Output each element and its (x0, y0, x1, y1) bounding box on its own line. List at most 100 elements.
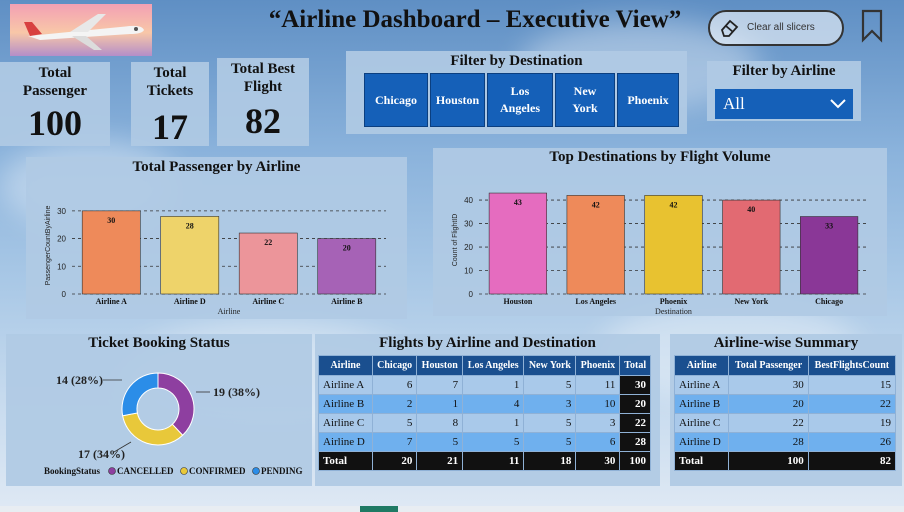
table-cell: 11 (462, 451, 525, 471)
bar (566, 195, 625, 295)
x-tick-label: Airline C (252, 297, 284, 306)
table-cell: 1 (416, 394, 464, 414)
passenger-by-airline-chart: Total Passenger by Airline 0 10 20 30 30 Airl… (26, 157, 407, 319)
table-cell: 7 (371, 432, 418, 452)
booking-status-donut: 19 (38%) 17 (34%) 14 (28%) BookingStatus CAN… (44, 372, 303, 476)
table-cell: 5 (416, 432, 464, 452)
column-header[interactable]: Airline (318, 355, 373, 376)
table-cell: 4 (462, 394, 525, 414)
table-cell: 30 (619, 375, 651, 395)
bar-data-label: 22 (264, 238, 272, 247)
column-header[interactable]: Total Passenger (728, 355, 809, 376)
destination-option-phoenix[interactable]: Phoenix (617, 73, 679, 127)
kpi-card-total-passenger: Total Passenger 100 (0, 62, 110, 146)
destination-option-new-york[interactable]: New York (555, 73, 615, 127)
legend-marker (252, 467, 260, 475)
bookmark-icon[interactable] (860, 9, 884, 43)
matrix-title: Flights by Airline and Destination (379, 335, 596, 351)
page-tab-active[interactable] (360, 506, 398, 512)
column-header[interactable]: BestFlightsCount (807, 355, 897, 376)
table-cell: Airline A (318, 375, 373, 395)
table-cell: 21 (416, 451, 464, 471)
column-header[interactable]: New York (523, 355, 577, 376)
x-tick-label: Airline B (331, 297, 363, 306)
column-header[interactable]: Houston (416, 355, 464, 376)
table-cell: 82 (807, 451, 897, 471)
table-cell: 30 (575, 451, 621, 471)
table-cell: 20 (371, 451, 418, 471)
y-tick-label: 10 (464, 267, 473, 276)
table-cell: 5 (523, 432, 577, 452)
table-cell: 10 (575, 394, 621, 414)
column-header[interactable]: Los Angeles (462, 355, 525, 376)
table-row: Airline D 28 26 (673, 432, 897, 452)
donut-data-label: 14 (28%) (56, 373, 103, 387)
eraser-icon (720, 19, 739, 37)
clear-all-slicers-label: Clear all slicers (747, 22, 815, 33)
table-cell: 1 (462, 375, 525, 395)
y-tick-label: 30 (464, 220, 473, 229)
column-header[interactable]: Phoenix (575, 355, 621, 376)
flights-matrix-panel: Flights by Airline and Destination Airli… (315, 334, 660, 486)
bar (644, 195, 703, 295)
table-cell: 20 (619, 394, 651, 414)
table-row: Airline A 6 7 1 5 11 30 (318, 375, 651, 395)
table-cell: Airline A (673, 375, 730, 395)
legend-entry: CANCELLED (117, 466, 174, 476)
column-header[interactable]: Airline (673, 355, 730, 376)
y-tick-label: 40 (464, 196, 473, 205)
kpi-value: 100 (28, 103, 82, 143)
airline-summary-panel: Airline-wise Summary Airline Total Passen… (670, 334, 902, 486)
airplane-icon (24, 14, 144, 50)
bar-data-label: 42 (670, 200, 678, 209)
table-cell: Airline B (673, 394, 730, 414)
table-cell: 28 (619, 432, 651, 452)
bar-data-label: 20 (343, 244, 351, 253)
bar-data-label: 28 (186, 221, 194, 230)
table-cell: 100 (728, 451, 809, 471)
table-cell: Airline D (318, 432, 373, 452)
destination-option-houston[interactable]: Houston (430, 73, 485, 127)
destination-slicer: Filter by Destination Chicago Houston Lo… (346, 51, 687, 134)
table-row: Airline B 2 1 4 3 10 20 (318, 394, 651, 414)
table-cell: 7 (416, 375, 464, 395)
destination-option-los-angeles[interactable]: Los Angeles (487, 73, 553, 127)
flights-matrix-table: Airline Chicago Houston Los Angeles New York… (318, 355, 651, 471)
table-cell: 28 (728, 432, 809, 452)
x-tick-label: New York (734, 297, 768, 306)
table-cell: Total (318, 451, 373, 471)
column-header[interactable]: Chicago (371, 355, 418, 376)
table-cell: 6 (371, 375, 418, 395)
airline-dropdown[interactable]: All (715, 89, 853, 119)
y-tick-label: 20 (57, 235, 66, 244)
destination-option-chicago[interactable]: Chicago (364, 73, 428, 127)
table-cell: 100 (619, 451, 651, 471)
table-row: Airline C 5 8 1 5 3 22 (318, 413, 651, 433)
x-tick-label: Airline A (96, 297, 128, 306)
bar-data-label: 43 (514, 198, 522, 207)
table-cell: 22 (807, 394, 897, 414)
table-row: Airline A 30 15 (673, 375, 897, 395)
kpi-label: Total Passenger (22, 65, 88, 99)
ticket-booking-status-chart: Ticket Booking Status 19 (38%) 17 (34%) 14… (6, 334, 312, 486)
table-cell: Airline D (673, 432, 730, 452)
y-tick-label: 20 (464, 243, 473, 252)
table-row: Airline B 20 22 (673, 394, 897, 414)
clear-all-slicers-button[interactable]: Clear all slicers (708, 10, 844, 46)
x-axis-title: Destination (655, 307, 692, 316)
bar-data-label: 33 (825, 222, 833, 231)
donut-slice (157, 372, 195, 436)
column-header[interactable]: Total (619, 355, 651, 376)
kpi-value: 17 (152, 107, 188, 147)
airline-slicer: Filter by Airline All (707, 61, 861, 121)
table-cell: 5 (371, 413, 418, 433)
y-axis-title: Count of FlightID (452, 214, 459, 267)
kpi-label: Total Tickets (146, 65, 194, 99)
donut-data-label: 19 (38%) (213, 385, 260, 399)
table-cell: Airline B (318, 394, 373, 414)
table-cell: 5 (462, 432, 525, 452)
table-cell: 2 (371, 394, 418, 414)
airplane-logo (10, 4, 152, 56)
x-tick-label: Houston (503, 297, 532, 306)
y-tick-label: 10 (57, 262, 66, 271)
